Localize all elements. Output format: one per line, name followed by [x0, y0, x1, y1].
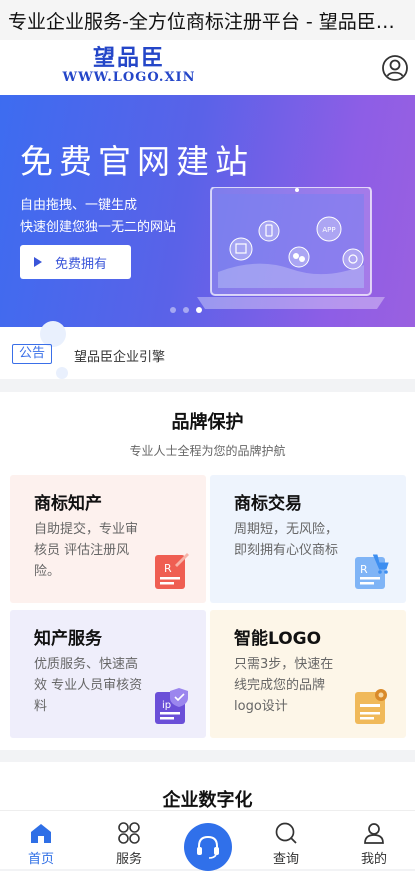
- card-desc: 周期短，无风险， 即刻拥有心仪商标: [234, 522, 339, 558]
- window-title: 专业企业服务-全方位商标注册平台 - 望品臣…: [0, 0, 415, 40]
- section-subtitle: 专业人士全程为您的品牌护航: [129, 444, 286, 458]
- svg-text:ip: ip: [162, 700, 171, 711]
- tab-service[interactable]: 服务: [94, 811, 164, 870]
- logo-text-cn: 望品臣: [92, 45, 165, 71]
- card-title: 知产服务: [34, 629, 102, 649]
- card-title: 商标知产: [34, 494, 102, 514]
- headset-icon: [197, 835, 219, 859]
- carousel-dot[interactable]: [183, 307, 189, 313]
- search-icon: [275, 822, 297, 844]
- brand-protection-section: 品牌保护 专业人士全程为您的品牌护航 商标知产 自助提交，专业审核员 评估注册风…: [0, 392, 415, 750]
- tab-search[interactable]: 查询: [251, 811, 321, 870]
- card-title: 商标交易: [234, 494, 302, 514]
- notice-bar[interactable]: 公告 望品臣企业引擎: [0, 321, 415, 379]
- notice-tag: 公告: [12, 344, 52, 364]
- app-badge-text: APP: [322, 226, 335, 234]
- brand-logo[interactable]: 望品臣 WWW.LOGO.XIN: [44, 46, 214, 90]
- home-icon: [31, 824, 51, 843]
- tab-label: 查询: [272, 852, 299, 867]
- promo-banner[interactable]: 免费官网建站 自由拖拽、一键生成 快速创建您独一无二的网站 免费拥有 APP: [0, 95, 415, 327]
- logo-design-doc-icon: [355, 689, 387, 724]
- carousel-dot-active[interactable]: [196, 307, 202, 313]
- customer-service-button[interactable]: [184, 823, 232, 871]
- svg-text:R: R: [164, 562, 172, 575]
- shopping-cart-doc-icon: R: [355, 554, 389, 589]
- shield-doc-icon: ip: [155, 688, 188, 724]
- card-trademark-ip[interactable]: 商标知产 自助提交，专业审核员 评估注册风险。 R: [10, 475, 206, 603]
- carousel-dot[interactable]: [170, 307, 176, 313]
- banner-subtitle-line-1: 自由拖拽、一键生成: [20, 198, 138, 213]
- decor-bubble: [56, 367, 68, 379]
- top-header: 望品臣 WWW.LOGO.XIN: [0, 40, 415, 95]
- tab-label: 首页: [27, 852, 54, 867]
- tab-mine[interactable]: 我的: [339, 811, 409, 870]
- section-title: 企业数字化: [162, 790, 253, 811]
- card-desc: 优质服务、快速高效 专业人员审核资料: [34, 657, 143, 714]
- tab-label: 我的: [360, 852, 387, 867]
- free-get-button-label: 免费拥有: [55, 256, 108, 272]
- card-title: 智能LOGO: [234, 629, 322, 649]
- laptop-illustration: APP: [197, 187, 385, 309]
- logo-text-en: WWW.LOGO.XIN: [62, 70, 196, 85]
- free-get-button[interactable]: 免费拥有: [20, 245, 131, 279]
- card-smart-logo[interactable]: 智能LOGO 只需3步，快速在线完成您的品牌logo设计: [210, 610, 406, 738]
- svg-text:R: R: [360, 563, 368, 576]
- user-icon: [364, 823, 384, 844]
- card-ip-service[interactable]: 知产服务 优质服务、快速高效 专业人员审核资料 ip: [10, 610, 206, 738]
- grid-icon: [118, 822, 140, 844]
- trademark-doc-icon: R: [155, 553, 189, 589]
- play-icon: [34, 257, 42, 267]
- user-account-button[interactable]: [381, 54, 409, 82]
- notice-text[interactable]: 望品臣企业引擎: [74, 346, 165, 365]
- banner-subtitle-line-2: 快速创建您独一无二的网站: [20, 220, 177, 235]
- bottom-tab-bar: 首页 服务 查询 我的: [0, 810, 415, 871]
- tab-home[interactable]: 首页: [6, 811, 76, 870]
- user-circle-icon: [382, 55, 408, 81]
- carousel-indicator[interactable]: [170, 307, 202, 313]
- section-title: 品牌保护: [171, 412, 244, 433]
- card-desc: 只需3步，快速在线完成您的品牌logo设计: [234, 657, 334, 714]
- tab-label: 服务: [115, 852, 142, 867]
- card-desc: 自助提交，专业审核员 评估注册风险。: [34, 522, 139, 579]
- banner-subtitle: 自由拖拽、一键生成 快速创建您独一无二的网站: [20, 195, 176, 239]
- banner-title: 免费官网建站: [20, 142, 254, 181]
- card-trademark-trade[interactable]: 商标交易 周期短，无风险， 即刻拥有心仪商标 R: [210, 475, 406, 603]
